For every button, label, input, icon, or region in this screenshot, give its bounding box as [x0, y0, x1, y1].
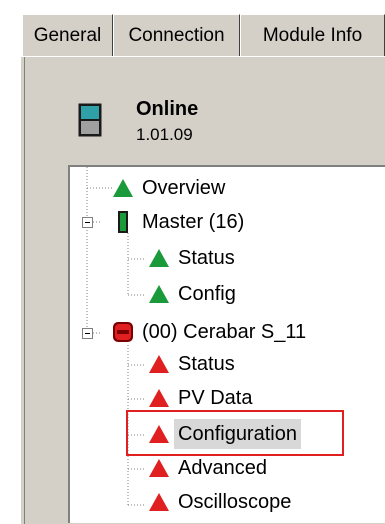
tree-item-label: Status	[178, 353, 235, 375]
master-device-icon	[118, 211, 128, 233]
device-tree[interactable]: Overview Master (16) Status Config (00) …	[68, 165, 385, 523]
tab-connection[interactable]: Connection	[113, 14, 240, 56]
device-status-icon	[78, 103, 102, 137]
collapse-cerabar-toggle[interactable]	[82, 328, 93, 339]
tab-module-info-label: Module Info	[262, 25, 363, 46]
tree-item-label: Status	[178, 247, 235, 269]
error-triangle-icon	[149, 493, 169, 511]
highlight-box	[126, 410, 344, 456]
tree-item-label: Oscilloscope	[178, 491, 292, 513]
tree-item-label: PV Data	[178, 387, 253, 409]
error-triangle-icon	[149, 459, 169, 477]
ok-triangle-icon	[149, 285, 169, 303]
tab-connection-label: Connection	[128, 25, 225, 46]
tree-item-label: (00) Cerabar S_11	[142, 321, 307, 343]
tree-item-label: Config	[178, 283, 236, 305]
tree-item-label: Master (16)	[142, 211, 245, 233]
ok-triangle-icon	[149, 249, 169, 267]
tree-item-label: Advanced	[178, 457, 267, 479]
tab-general[interactable]: General	[22, 14, 113, 56]
ok-triangle-icon	[113, 179, 133, 197]
error-device-icon	[113, 322, 133, 342]
tree-item-label: Overview	[142, 177, 226, 199]
error-triangle-icon	[149, 389, 169, 407]
status-version: 1.01.09	[136, 125, 193, 144]
tab-module-info[interactable]: Module Info	[240, 14, 385, 56]
error-triangle-icon	[149, 355, 169, 373]
tab-general-label: General	[33, 25, 102, 46]
collapse-master-toggle[interactable]	[82, 217, 93, 228]
status-title: Online	[136, 98, 199, 120]
